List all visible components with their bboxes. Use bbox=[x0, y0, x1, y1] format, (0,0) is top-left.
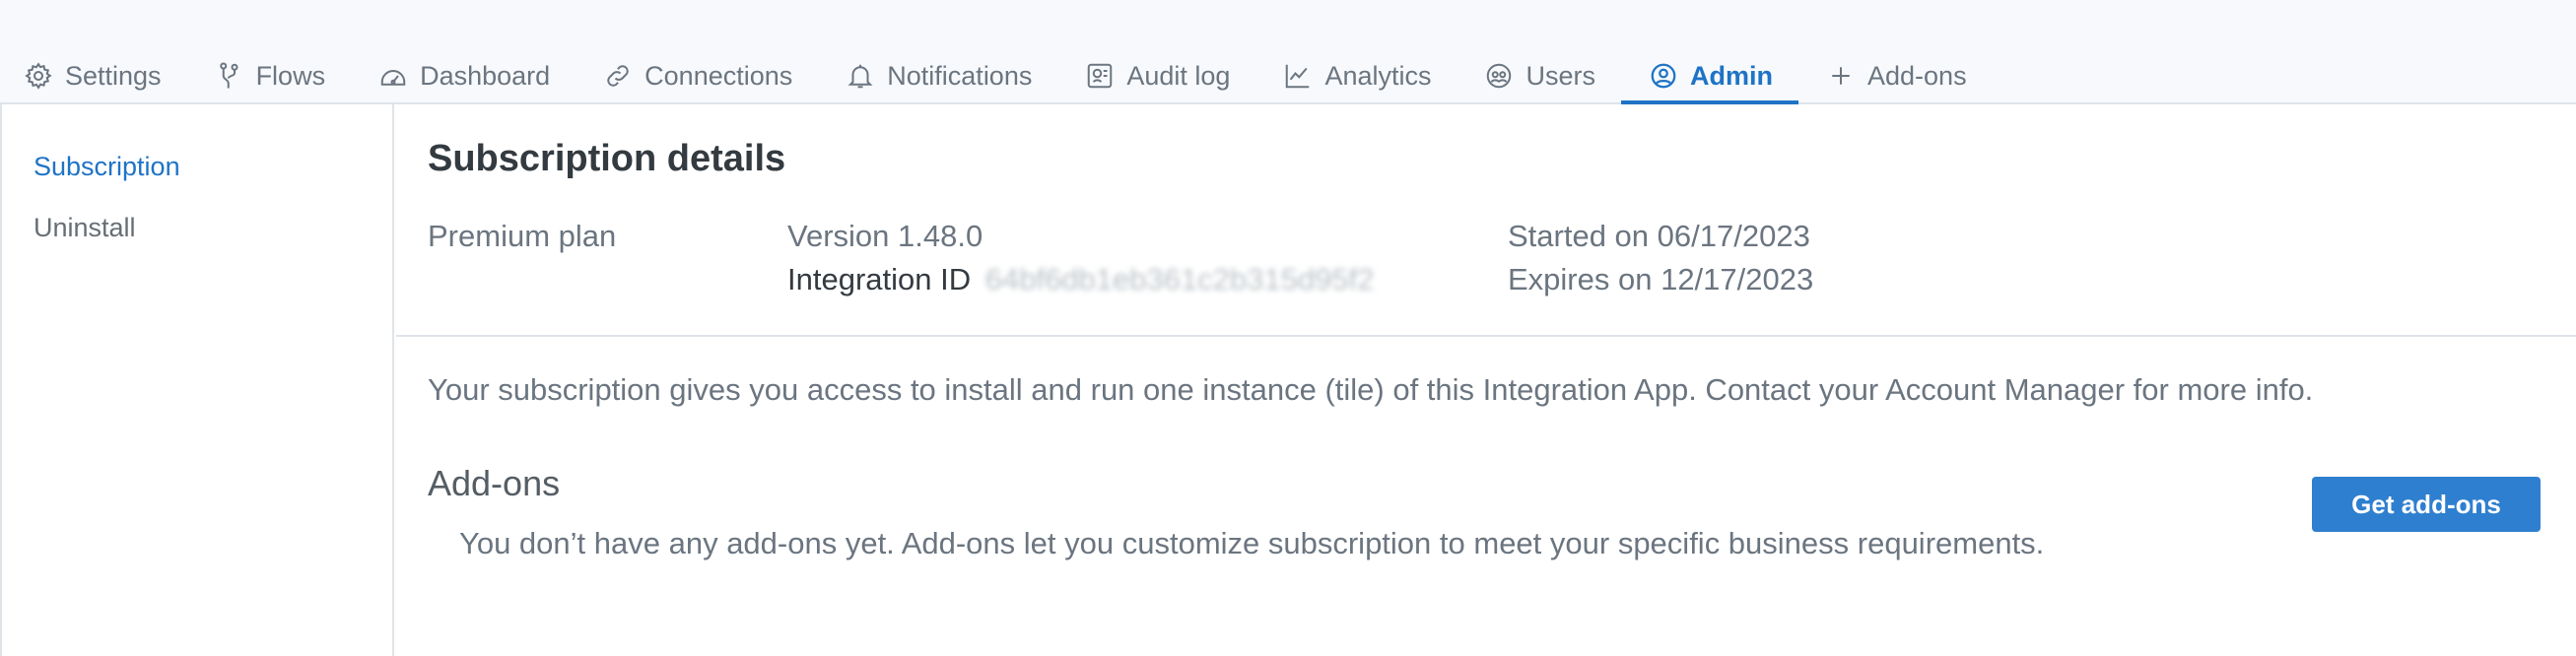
audit-log-icon bbox=[1088, 63, 1113, 89]
plus-icon bbox=[1832, 67, 1850, 85]
integration-id-label: Integration ID bbox=[787, 262, 972, 296]
bell-icon bbox=[847, 64, 873, 89]
integration-id-row: Integration ID 64bf6db1eb361c2b315d95f2 bbox=[787, 262, 1375, 297]
tab-label: Audit log bbox=[1126, 60, 1231, 91]
tab-label: Dashboard bbox=[420, 60, 551, 91]
link-icon bbox=[607, 65, 629, 87]
page-title: Subscription details bbox=[428, 138, 786, 179]
tab-list: Settings Flows Dashboard Connections Not… bbox=[24, 51, 2020, 104]
tab-dashboard[interactable]: Dashboard bbox=[378, 51, 550, 100]
tab-notifications[interactable]: Notifications bbox=[846, 51, 1032, 100]
tab-label: Admin bbox=[1690, 60, 1773, 91]
tab-label: Settings bbox=[65, 60, 162, 91]
sidebar: Subscription Uninstall bbox=[0, 104, 394, 656]
integration-id-value: 64bf6db1eb361c2b315d95f2 bbox=[984, 262, 1375, 296]
addons-heading: Add-ons bbox=[428, 463, 561, 503]
tab-admin[interactable]: Admin bbox=[1621, 51, 1798, 104]
user-circle-icon bbox=[1651, 63, 1676, 89]
tab-users[interactable]: Users bbox=[1484, 51, 1595, 100]
tab-label: Users bbox=[1525, 60, 1595, 91]
tab-label: Notifications bbox=[887, 60, 1033, 91]
flow-icon bbox=[219, 62, 238, 89]
users-icon bbox=[1487, 63, 1512, 89]
top-navigation-bar: Settings Flows Dashboard Connections Not… bbox=[0, 0, 2576, 104]
get-add-ons-button[interactable]: Get add-ons bbox=[2312, 477, 2541, 532]
tab-label: Connections bbox=[644, 60, 793, 91]
tab-add-ons[interactable]: Add-ons bbox=[1826, 51, 1967, 100]
tab-label: Flows bbox=[255, 60, 326, 91]
main-content: Subscription details Premium plan Versio… bbox=[396, 104, 2576, 656]
version-text: Version 1.48.0 bbox=[787, 219, 983, 253]
chart-line-icon bbox=[1286, 64, 1310, 89]
start-date: Started on 06/17/2023 bbox=[1508, 219, 1810, 253]
subscription-info: Your subscription gives you access to in… bbox=[428, 372, 2314, 407]
tab-audit-log[interactable]: Audit log bbox=[1085, 51, 1230, 100]
tab-label: Add-ons bbox=[1867, 60, 1967, 91]
tab-analytics[interactable]: Analytics bbox=[1283, 51, 1431, 100]
gear-icon bbox=[25, 62, 52, 90]
expiry-date: Expires on 12/17/2023 bbox=[1508, 262, 1814, 296]
section-divider bbox=[396, 335, 2576, 337]
dashboard-icon bbox=[380, 70, 406, 86]
addons-description: You don’t have any add-ons yet. Add-ons … bbox=[459, 526, 2045, 560]
tab-settings[interactable]: Settings bbox=[24, 51, 162, 100]
sidebar-item-uninstall[interactable]: Uninstall bbox=[34, 213, 136, 243]
sidebar-item-subscription[interactable]: Subscription bbox=[34, 152, 180, 182]
tab-flows[interactable]: Flows bbox=[215, 51, 326, 100]
tab-label: Analytics bbox=[1324, 60, 1432, 91]
tab-connections[interactable]: Connections bbox=[603, 51, 792, 100]
plan-name: Premium plan bbox=[428, 219, 617, 253]
